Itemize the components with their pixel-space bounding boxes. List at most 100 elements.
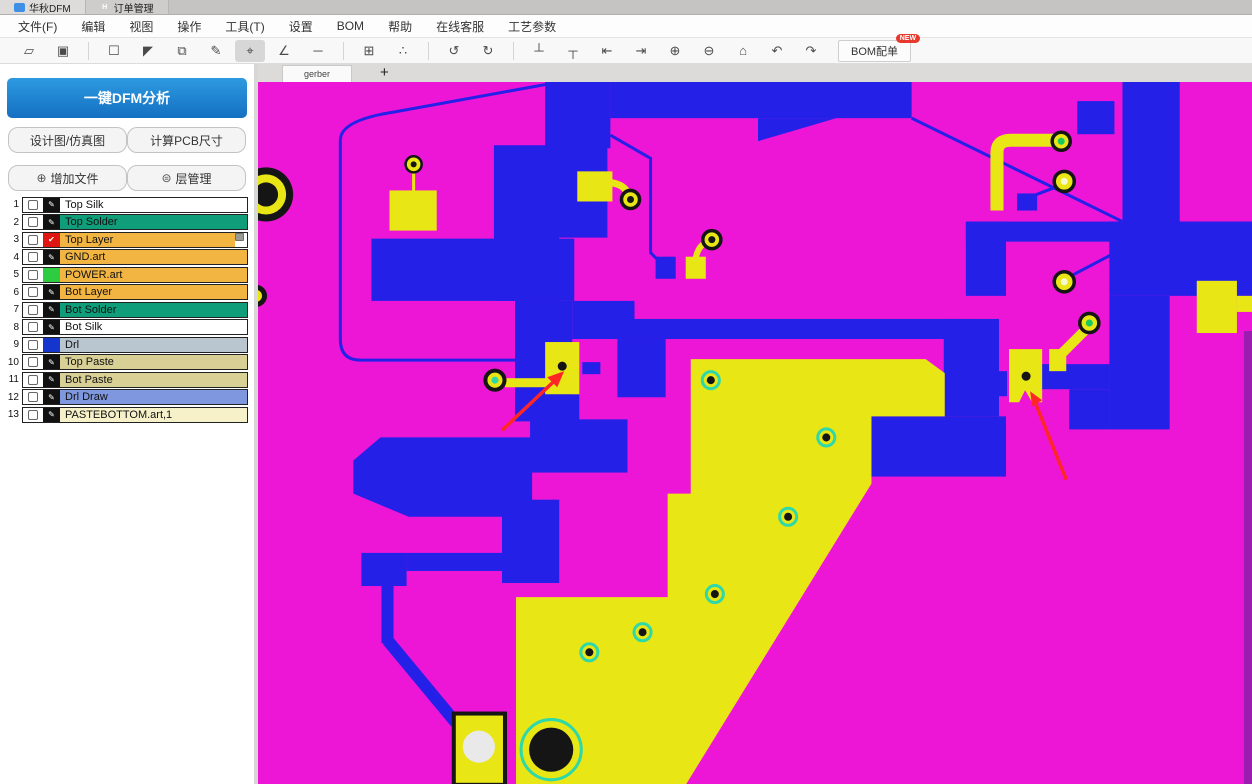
layer-row-bot-solder[interactable]: 7 ✎ Bot Solder bbox=[4, 301, 254, 319]
layer-checkbox[interactable] bbox=[23, 407, 43, 422]
layer-row-pastebottom[interactable]: 13 ✎ PASTEBOTTOM.art,1 bbox=[4, 406, 254, 424]
layer-list: 1 ✎ Top Silk 2 ✎ Top Solder 3 ✔ Top Laye… bbox=[0, 196, 254, 424]
gerber-canvas[interactable] bbox=[258, 82, 1252, 784]
undo-icon[interactable]: ↶ bbox=[762, 40, 792, 62]
layer-color-swatch[interactable]: ✎ bbox=[43, 390, 60, 405]
select-rect-icon[interactable]: ☐ bbox=[99, 40, 129, 62]
layer-checkbox[interactable] bbox=[23, 337, 43, 352]
copy-view-icon[interactable]: ⧉ bbox=[167, 40, 197, 62]
layer-checkbox[interactable] bbox=[23, 372, 43, 387]
redo-icon[interactable]: ↷ bbox=[796, 40, 826, 62]
layer-color-swatch[interactable]: ✎ bbox=[43, 407, 60, 422]
layer-name[interactable]: Bot Paste bbox=[60, 372, 247, 387]
layer-name[interactable]: Top Layer bbox=[60, 232, 235, 247]
cursor-select-icon[interactable]: ◤ bbox=[133, 40, 163, 62]
layer-color-swatch[interactable]: ✎ bbox=[43, 355, 60, 370]
layer-checkbox[interactable] bbox=[23, 285, 43, 300]
layer-lock-icon[interactable] bbox=[235, 232, 244, 241]
menu-process-params[interactable]: 工艺参数 bbox=[496, 16, 568, 37]
layer-checkbox[interactable] bbox=[23, 390, 43, 405]
add-file-label: 增加文件 bbox=[50, 171, 99, 186]
menu-settings[interactable]: 设置 bbox=[277, 16, 325, 37]
layer-color-swatch[interactable]: ✎ bbox=[43, 302, 60, 317]
save-icon[interactable]: ▣ bbox=[48, 40, 78, 62]
align-top-icon[interactable]: ┬ bbox=[558, 40, 588, 62]
zoom-out-icon[interactable]: ⊖ bbox=[694, 40, 724, 62]
layer-manager-button[interactable]: ⊜ 层管理 bbox=[127, 165, 246, 191]
layer-row-bot-paste[interactable]: 11 ✎ Bot Paste bbox=[4, 371, 254, 389]
menu-help[interactable]: 帮助 bbox=[376, 16, 424, 37]
layer-name[interactable]: Top Paste bbox=[60, 355, 247, 370]
menu-bom[interactable]: BOM bbox=[325, 17, 376, 35]
fit-view-icon[interactable]: ⌂ bbox=[728, 40, 758, 62]
layer-row-top-layer[interactable]: 3 ✔ Top Layer bbox=[4, 231, 254, 249]
menu-online-support[interactable]: 在线客服 bbox=[424, 16, 496, 37]
layer-color-swatch[interactable]: ✎ bbox=[43, 250, 60, 265]
layer-row-top-paste[interactable]: 10 ✎ Top Paste bbox=[4, 354, 254, 372]
calc-pcb-size-button[interactable]: 计算PCB尺寸 bbox=[127, 127, 246, 153]
layer-row-drl[interactable]: 9 Drl bbox=[4, 336, 254, 354]
line-icon[interactable]: ─ bbox=[303, 40, 333, 62]
app-tab-dfm[interactable]: 华秋DFM bbox=[0, 0, 85, 15]
menu-operate[interactable]: 操作 bbox=[165, 16, 213, 37]
layer-name[interactable]: PASTEBOTTOM.art,1 bbox=[60, 407, 247, 422]
layer-name[interactable]: Bot Layer bbox=[60, 285, 247, 300]
layer-row-bot-silk[interactable]: 8 ✎ Bot Silk bbox=[4, 319, 254, 337]
layer-name[interactable]: Drl Draw bbox=[60, 390, 247, 405]
layer-name[interactable]: Bot Solder bbox=[60, 302, 247, 317]
layer-name[interactable]: Top Solder bbox=[60, 215, 247, 230]
layer-checkbox[interactable] bbox=[23, 267, 43, 282]
layer-name[interactable]: GND.art bbox=[60, 250, 247, 265]
window-tab-bar: 华秋DFM H 订单管理 bbox=[0, 0, 1252, 15]
layer-name[interactable]: Drl bbox=[60, 337, 247, 352]
layer-row-top-silk[interactable]: 1 ✎ Top Silk bbox=[4, 196, 254, 214]
zoom-in-icon[interactable]: ⊕ bbox=[660, 40, 690, 62]
layer-checkbox[interactable] bbox=[23, 250, 43, 265]
draw-edit-icon[interactable]: ✎ bbox=[201, 40, 231, 62]
menu-tools[interactable]: 工具(T) bbox=[213, 16, 276, 37]
layer-color-swatch[interactable]: ✎ bbox=[43, 372, 60, 387]
layer-color-swatch[interactable] bbox=[43, 267, 60, 282]
layer-checkbox[interactable] bbox=[23, 215, 43, 230]
layer-checkbox[interactable] bbox=[23, 355, 43, 370]
gerber-doc-tab[interactable]: gerber bbox=[282, 65, 352, 82]
layer-name[interactable]: Top Silk bbox=[60, 197, 247, 212]
layer-color-swatch[interactable]: ✎ bbox=[43, 215, 60, 230]
rotate-left-icon[interactable]: ↺ bbox=[439, 40, 469, 62]
design-sim-view-button[interactable]: 设计图/仿真图 bbox=[8, 127, 127, 153]
pan-right-icon[interactable]: ⇥ bbox=[626, 40, 656, 62]
menu-edit[interactable]: 编辑 bbox=[69, 16, 117, 37]
align-bottom-icon[interactable]: ┴ bbox=[524, 40, 554, 62]
layer-row-top-solder[interactable]: 2 ✎ Top Solder bbox=[4, 214, 254, 232]
add-file-button[interactable]: ⊕ 增加文件 bbox=[8, 165, 127, 191]
menu-file[interactable]: 文件(F) bbox=[6, 16, 69, 37]
open-folder-icon[interactable]: ▱ bbox=[14, 40, 44, 62]
rotate-right-icon[interactable]: ↻ bbox=[473, 40, 503, 62]
layer-row-drl-draw[interactable]: 12 ✎ Drl Draw bbox=[4, 389, 254, 407]
app-tab-orders[interactable]: H 订单管理 bbox=[84, 0, 169, 15]
net-nodes-icon[interactable]: ∴ bbox=[388, 40, 418, 62]
layer-color-swatch[interactable]: ✔ bbox=[43, 232, 60, 247]
one-click-dfm-button[interactable]: 一键DFM分析 bbox=[7, 78, 247, 118]
bom-quote-button[interactable]: BOM配单 NEW bbox=[838, 33, 921, 62]
layer-name[interactable]: Bot Silk bbox=[60, 320, 247, 335]
layer-checkbox[interactable] bbox=[23, 302, 43, 317]
layer-checkbox[interactable] bbox=[23, 197, 43, 212]
layer-color-swatch[interactable] bbox=[43, 337, 60, 352]
menu-view[interactable]: 视图 bbox=[117, 16, 165, 37]
layer-checkbox[interactable] bbox=[23, 232, 43, 247]
layer-checkbox[interactable] bbox=[23, 320, 43, 335]
measure-icon[interactable]: ⌖ bbox=[235, 39, 265, 62]
layer-color-swatch[interactable]: ✎ bbox=[43, 197, 60, 212]
pan-left-icon[interactable]: ⇤ bbox=[592, 40, 622, 62]
layer-row-gnd[interactable]: 4 ✎ GND.art bbox=[4, 249, 254, 267]
layer-name[interactable]: POWER.art bbox=[60, 267, 247, 282]
toolbar-separator bbox=[428, 41, 429, 60]
layer-row-bot-layer[interactable]: 6 ✎ Bot Layer bbox=[4, 284, 254, 302]
angle-measure-icon[interactable]: ∠ bbox=[269, 40, 299, 62]
grid-icon[interactable]: ⊞ bbox=[354, 40, 384, 62]
layer-row-power[interactable]: 5 POWER.art bbox=[4, 266, 254, 284]
layer-color-swatch[interactable]: ✎ bbox=[43, 285, 60, 300]
layer-color-swatch[interactable]: ✎ bbox=[43, 320, 60, 335]
new-tab-button[interactable]: + bbox=[380, 64, 389, 82]
